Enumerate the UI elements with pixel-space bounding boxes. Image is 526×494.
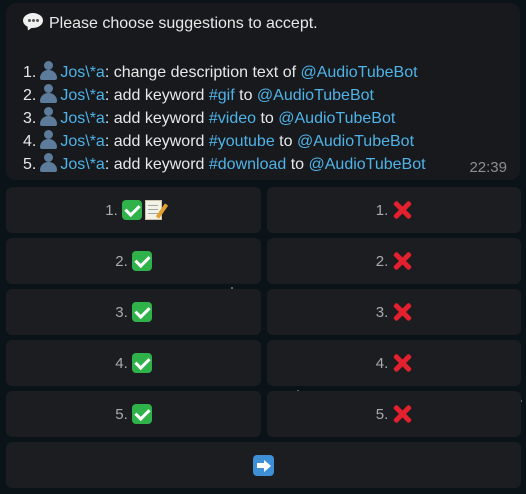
memo-icon <box>144 200 162 220</box>
bot-link[interactable]: @AudioTubeBot <box>300 64 417 81</box>
suggestion-text: add keyword <box>113 156 209 173</box>
button-number: 5. <box>115 405 128 423</box>
check-mark-icon <box>131 251 152 271</box>
cross-mark-icon <box>392 251 412 271</box>
reject-button-1[interactable]: 1. <box>267 187 521 233</box>
suggestion-text: add keyword <box>113 87 209 104</box>
check-mark-icon <box>131 353 152 373</box>
accept-button-2[interactable]: 2. <box>6 238 261 284</box>
reject-button-2[interactable]: 2. <box>267 238 521 284</box>
suggestion-line: 2. Jos\*a: add keyword #gif to @AudioTube… <box>23 83 374 106</box>
user-link[interactable]: Jos\*a <box>60 133 104 150</box>
user-link[interactable]: Jos\*a <box>60 110 104 127</box>
header-text: Please choose suggestions to accept. <box>49 15 318 32</box>
button-number: 4. <box>115 354 128 372</box>
suggestion-line: 5. Jos\*a: add keyword #download to @Audi… <box>23 152 426 175</box>
separator: : <box>104 133 114 150</box>
suggestion-number: 3. <box>23 110 37 127</box>
separator: : <box>104 110 114 127</box>
user-link[interactable]: Jos\*a <box>60 87 104 104</box>
arrow-right-icon <box>253 454 274 476</box>
hashtag-link[interactable]: #youtube <box>209 133 275 150</box>
suggestion-text: add keyword <box>113 110 209 127</box>
cross-mark-icon <box>392 302 412 322</box>
check-mark-icon <box>131 302 152 322</box>
suggestion-line: 1. Jos\*a: change description text of @Au… <box>23 60 418 83</box>
suggestion-text: to <box>274 133 297 150</box>
next-button[interactable] <box>6 442 521 488</box>
suggestion-text: to <box>256 110 279 127</box>
cross-mark-icon <box>392 353 412 373</box>
reject-button-4[interactable]: 4. <box>267 340 521 386</box>
user-icon <box>38 60 58 80</box>
button-number: 4. <box>375 354 389 372</box>
suggestion-line: 3. Jos\*a: add keyword #video to @AudioTu… <box>23 106 395 129</box>
suggestion-line: 4. Jos\*a: add keyword #youtube to @Audio… <box>23 129 414 152</box>
reject-button-3[interactable]: 3. <box>267 289 521 335</box>
separator: : <box>104 156 114 173</box>
button-number: 5. <box>375 405 389 423</box>
button-number: 2. <box>375 252 389 270</box>
user-link[interactable]: Jos\*a <box>60 64 104 81</box>
suggestion-number: 1. <box>23 64 37 81</box>
suggestion-number: 2. <box>23 87 37 104</box>
bot-link[interactable]: @AudioTubeBot <box>257 87 374 104</box>
bot-link[interactable]: @AudioTubeBot <box>309 156 426 173</box>
user-icon <box>38 129 58 149</box>
accept-button-3[interactable]: 3. <box>6 289 261 335</box>
accept-button-5[interactable]: 5. <box>6 391 261 437</box>
button-number: 2. <box>115 252 128 270</box>
bot-link[interactable]: @AudioTubeBot <box>297 133 414 150</box>
accept-button-4[interactable]: 4. <box>6 340 261 386</box>
user-link[interactable]: Jos\*a <box>60 156 104 173</box>
cross-mark-icon <box>392 200 412 220</box>
separator: : <box>104 64 114 81</box>
suggestion-text: change description text of <box>113 64 301 81</box>
suggestion-number: 4. <box>23 133 37 150</box>
hashtag-link[interactable]: #gif <box>209 87 235 104</box>
suggestion-text: add keyword <box>113 133 209 150</box>
bot-link[interactable]: @AudioTubeBot <box>278 110 395 127</box>
user-icon <box>38 83 58 103</box>
message-time: 22:39 <box>469 159 507 176</box>
user-icon <box>38 152 58 172</box>
button-number: 1. <box>375 201 389 219</box>
message-header: Please choose suggestions to accept. <box>23 13 318 34</box>
user-icon <box>38 106 58 126</box>
button-number: 1. <box>105 201 118 219</box>
check-mark-icon <box>131 404 152 424</box>
message-bubble: Please choose suggestions to accept. 1. J… <box>6 3 520 180</box>
hashtag-link[interactable]: #video <box>209 110 256 127</box>
suggestion-text: to <box>234 87 257 104</box>
cross-mark-icon <box>392 404 412 424</box>
speech-balloon-icon <box>23 13 43 33</box>
button-number: 3. <box>375 303 389 321</box>
hashtag-link[interactable]: #download <box>209 156 286 173</box>
reject-button-5[interactable]: 5. <box>267 391 521 437</box>
suggestion-number: 5. <box>23 156 37 173</box>
separator: : <box>104 87 114 104</box>
button-number: 3. <box>115 303 128 321</box>
suggestion-text: to <box>286 156 309 173</box>
accept-button-1[interactable]: 1. <box>6 187 261 233</box>
check-mark-icon <box>121 200 142 220</box>
